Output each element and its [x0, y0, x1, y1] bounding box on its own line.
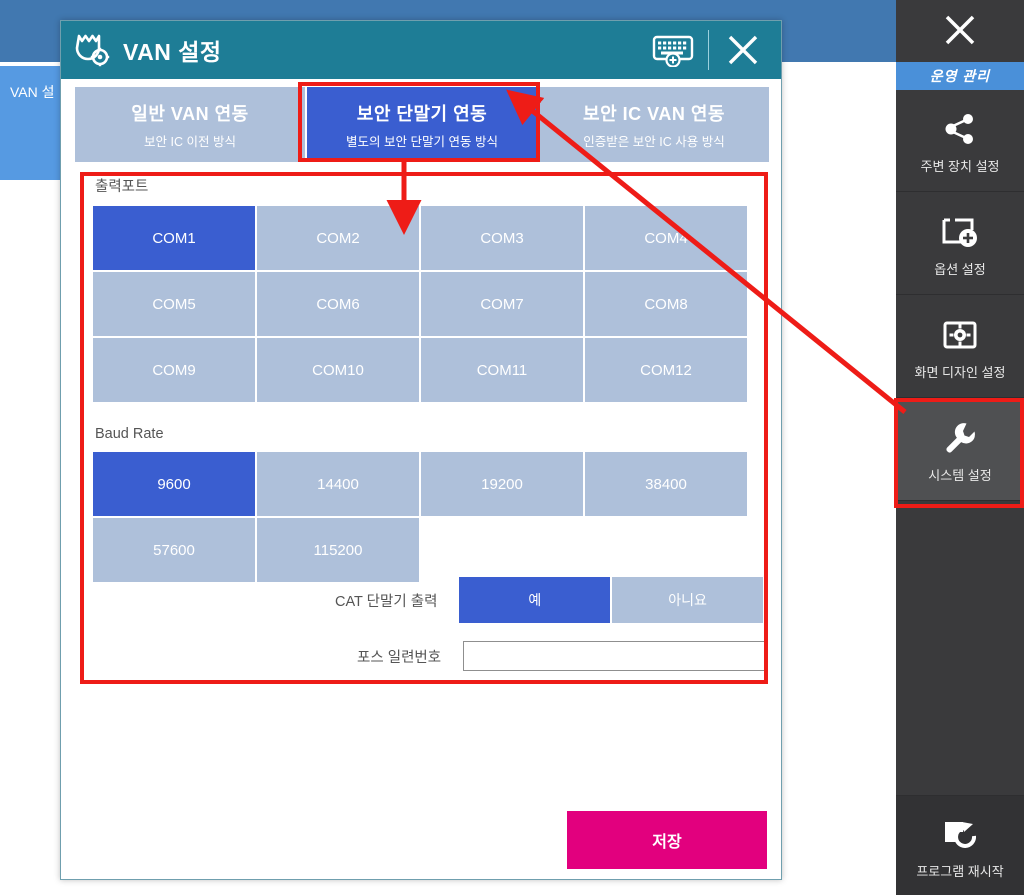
tab-title: 보안 IC VAN 연동	[583, 103, 725, 124]
sidebar-item-option-settings[interactable]: 옵션 설정	[896, 193, 1024, 295]
sidebar-section-title: 운영 관리	[896, 62, 1024, 90]
baud-option-38400[interactable]: 38400	[585, 452, 747, 516]
share-nodes-icon	[943, 106, 977, 152]
screen: VAN 설 운영 관리 주변 장치 설정 옵션 설정 화면 디자인 설정 시스템…	[0, 0, 1024, 895]
tab-title: 보안 단말기 연동	[356, 103, 488, 124]
save-button[interactable]: 저장	[567, 811, 767, 869]
port-option-com5[interactable]: COM5	[93, 272, 255, 336]
port-option-com10[interactable]: COM10	[257, 338, 419, 402]
mode-tabs: 일반 VAN 연동 보안 IC 이전 방식 보안 단말기 연동 별도의 보안 단…	[75, 87, 769, 162]
tab-subtitle: 별도의 보안 단말기 연동 방식	[346, 134, 498, 149]
dialog-close-button[interactable]	[725, 32, 761, 68]
baud-option-9600[interactable]: 9600	[93, 452, 255, 516]
output-port-grid: COM1 COM2 COM3 COM4 COM5 COM6 COM7 COM8 …	[93, 206, 747, 402]
port-option-com8[interactable]: COM8	[585, 272, 747, 336]
sidebar-item-system-settings[interactable]: 시스템 설정	[896, 399, 1024, 501]
port-option-com1[interactable]: COM1	[93, 206, 255, 270]
sidebar-item-peripheral-settings[interactable]: 주변 장치 설정	[896, 90, 1024, 192]
tab-secure-ic-van[interactable]: 보안 IC VAN 연동 인증받은 보안 IC 사용 방식	[539, 87, 769, 162]
port-option-com3[interactable]: COM3	[421, 206, 583, 270]
tab-subtitle: 보안 IC 이전 방식	[144, 134, 236, 149]
settings-content: 출력포트 COM1 COM2 COM3 COM4 COM5 COM6 COM7 …	[77, 175, 767, 695]
sidebar-item-label: 시스템 설정	[928, 468, 992, 483]
tab-title: 일반 VAN 연동	[131, 103, 249, 124]
restart-program-icon	[942, 811, 978, 857]
sidebar-close-button[interactable]	[896, 0, 1024, 60]
tab-general-van[interactable]: 일반 VAN 연동 보안 IC 이전 방식	[75, 87, 305, 162]
add-device-icon	[941, 209, 979, 255]
pos-serial-row: 포스 일련번호	[93, 639, 765, 673]
port-option-com11[interactable]: COM11	[421, 338, 583, 402]
sidebar-item-program-restart[interactable]: 프로그램 재시작	[896, 795, 1024, 895]
cat-output-label: CAT 단말기 출력	[334, 593, 438, 610]
port-option-com12[interactable]: COM12	[585, 338, 747, 402]
baud-option-14400[interactable]: 14400	[257, 452, 419, 516]
shield-gear-icon	[73, 30, 113, 70]
screen-gear-icon	[942, 312, 978, 358]
baud-rate-label: Baud Rate	[95, 426, 164, 442]
keyboard-add-icon[interactable]	[652, 33, 694, 67]
right-sidebar: 운영 관리 주변 장치 설정 옵션 설정 화면 디자인 설정 시스템 설정 프로…	[896, 0, 1024, 895]
cat-output-row: CAT 단말기 출력 예 아니요	[93, 577, 765, 623]
tab-subtitle: 인증받은 보안 IC 사용 방식	[583, 134, 725, 149]
close-icon	[939, 9, 981, 51]
output-port-label: 출력포트	[95, 179, 149, 195]
title-divider	[708, 30, 709, 70]
port-option-com2[interactable]: COM2	[257, 206, 419, 270]
pos-serial-input[interactable]	[463, 641, 765, 671]
dialog-title: VAN 설정	[123, 39, 222, 65]
baud-rate-grid: 9600 14400 19200 38400 57600 115200	[93, 452, 747, 582]
port-option-com9[interactable]: COM9	[93, 338, 255, 402]
dialog-title-bar: VAN 설정	[61, 21, 781, 79]
port-option-com7[interactable]: COM7	[421, 272, 583, 336]
sidebar-item-label: 주변 장치 설정	[920, 159, 1000, 174]
cat-output-no-button[interactable]: 아니요	[612, 577, 763, 623]
cat-output-yes-button[interactable]: 예	[459, 577, 611, 623]
sidebar-item-label: 옵션 설정	[934, 262, 986, 277]
sidebar-restart-label: 프로그램 재시작	[916, 864, 1004, 879]
port-option-com4[interactable]: COM4	[585, 206, 747, 270]
wrench-icon	[943, 415, 977, 461]
pos-serial-label: 포스 일련번호	[357, 649, 442, 666]
baud-option-19200[interactable]: 19200	[421, 452, 583, 516]
baud-option-57600[interactable]: 57600	[93, 518, 255, 582]
baud-option-115200[interactable]: 115200	[257, 518, 419, 582]
van-settings-dialog: VAN 설정 일반 VAN 연동 보안 IC 이전 방식 보안 단말기 연동 별…	[60, 20, 782, 880]
sidebar-item-label: 화면 디자인 설정	[914, 365, 1006, 380]
sidebar-item-screen-design-settings[interactable]: 화면 디자인 설정	[896, 296, 1024, 398]
tab-secure-terminal[interactable]: 보안 단말기 연동 별도의 보안 단말기 연동 방식	[307, 87, 537, 162]
app-background-tab-label: VAN 설	[10, 84, 55, 100]
port-option-com6[interactable]: COM6	[257, 272, 419, 336]
